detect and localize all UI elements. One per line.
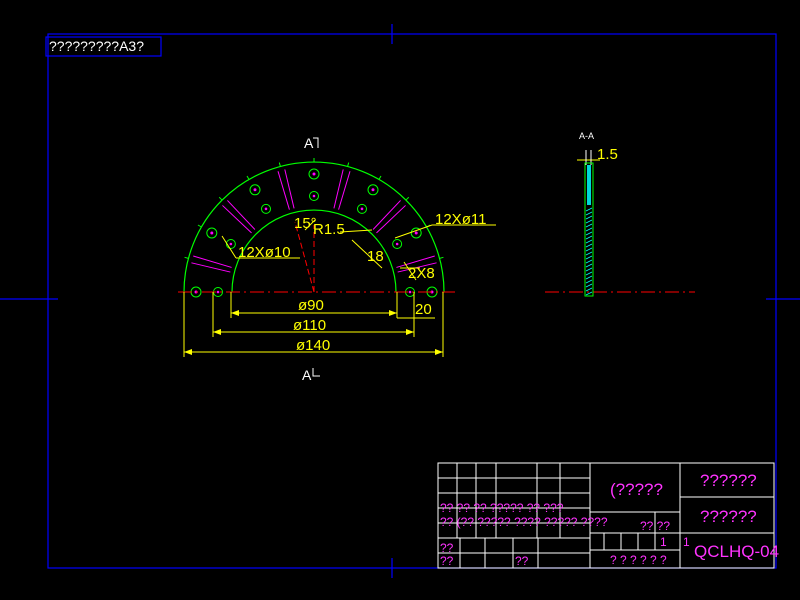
- edge-tick: [184, 256, 189, 259]
- hatch-line: [585, 223, 593, 228]
- segment-groove: [193, 255, 232, 268]
- edge-tick: [246, 175, 250, 180]
- segment-groove: [191, 262, 231, 273]
- title-row-4-mid: ??: [515, 554, 529, 568]
- dim-dia-inner: ø90: [298, 297, 324, 314]
- edge-tick: [278, 162, 281, 167]
- svg-text:A: A: [304, 135, 314, 151]
- dim-width: 20: [415, 301, 432, 318]
- dim-radius: R1.5: [313, 221, 345, 238]
- segment-groove: [372, 200, 401, 230]
- svg-text:A-A: A-A: [579, 131, 594, 141]
- rivet-hole-center: [371, 188, 375, 192]
- hatch-line: [585, 287, 593, 292]
- title-row-4-left: ??: [440, 554, 454, 568]
- edge-tick: [405, 196, 410, 201]
- scale-right: 1: [683, 535, 690, 549]
- section-marker-top: A: [304, 135, 319, 151]
- section-hatch: [585, 207, 593, 296]
- title-row-3: ??: [440, 541, 454, 555]
- dim-dia-mid: ø110: [293, 317, 326, 334]
- dim-angle-cut: 18: [367, 248, 384, 265]
- segment-groove: [338, 171, 351, 210]
- dim-holes-inner: 12Xø10: [238, 244, 291, 261]
- dim-dia-outer: ø140: [296, 337, 330, 354]
- dim-holes-outer: 12Xø11: [435, 211, 486, 228]
- svg-text:A: A: [302, 367, 312, 383]
- edge-tick: [197, 224, 202, 228]
- hatch-line: [585, 255, 593, 260]
- rivet-hole-center: [216, 290, 220, 294]
- rivet-hole-center: [264, 207, 268, 211]
- hatch-line: [585, 275, 593, 280]
- hatch-line: [585, 267, 593, 272]
- hatch-line: [585, 259, 593, 264]
- dim-slots: 2X8: [408, 265, 435, 282]
- section-view: A-A 1.5: [579, 131, 618, 297]
- part-name-a: (?????: [610, 480, 663, 499]
- edge-tick: [378, 175, 382, 180]
- segment-groove: [227, 200, 256, 230]
- hatch-line: [585, 235, 593, 240]
- hatch-line: [585, 207, 593, 212]
- hatch-line: [585, 279, 593, 284]
- header-note: ?????????A3?: [49, 38, 144, 54]
- sheet-info: ? ? ? ? ? ?: [610, 553, 667, 567]
- hatch-line: [585, 231, 593, 236]
- cad-drawing: ?????????A3? A A 15° R1.5 18 12Xø11 12Xø…: [0, 24, 800, 578]
- edge-tick: [347, 162, 350, 167]
- segment-groove: [284, 169, 295, 209]
- rivet-hole-center: [210, 231, 214, 235]
- hatch-line: [585, 251, 593, 256]
- title-row-2: ?? (?? ????? ???? ????? ????: [440, 515, 608, 529]
- edge-tick: [218, 196, 223, 201]
- hatch-line: [585, 263, 593, 268]
- segment-groove: [376, 205, 406, 234]
- scale-left: 1: [660, 535, 667, 549]
- part-name-c: ??????: [700, 507, 757, 526]
- hatch-line: [585, 239, 593, 244]
- part-name-b: ??????: [700, 471, 757, 490]
- title-row-1: ?? ?? ?? ????? ?? ???: [440, 501, 564, 515]
- dim-thickness: 1.5: [597, 146, 618, 163]
- hatch-line: [585, 271, 593, 276]
- rivet-hole-center: [312, 194, 316, 198]
- segment-groove: [222, 205, 252, 234]
- rivet-hole-center: [408, 290, 412, 294]
- rivet-hole-center: [414, 231, 418, 235]
- rivet-hole-center: [395, 242, 399, 246]
- segment-groove: [277, 171, 290, 210]
- hatch-line: [585, 215, 593, 220]
- hatch-line: [585, 219, 593, 224]
- title-row-2-right: ?? ??: [640, 519, 670, 533]
- drawing-number: QCLHQ-04: [694, 542, 779, 561]
- rivet-hole-center: [360, 207, 364, 211]
- rivet-hole-center: [229, 242, 233, 246]
- segment-groove: [333, 169, 344, 209]
- hatch-line: [585, 243, 593, 248]
- hatch-line: [585, 283, 593, 288]
- hatch-line: [585, 211, 593, 216]
- hatch-line: [585, 227, 593, 232]
- section-lining: [587, 165, 591, 205]
- section-marker-bottom: A: [302, 367, 320, 383]
- rivet-hole-center: [312, 172, 316, 176]
- rivet-hole-center: [253, 188, 257, 192]
- angle-guide: [294, 221, 315, 293]
- hatch-line: [585, 247, 593, 252]
- edge-tick: [439, 256, 444, 259]
